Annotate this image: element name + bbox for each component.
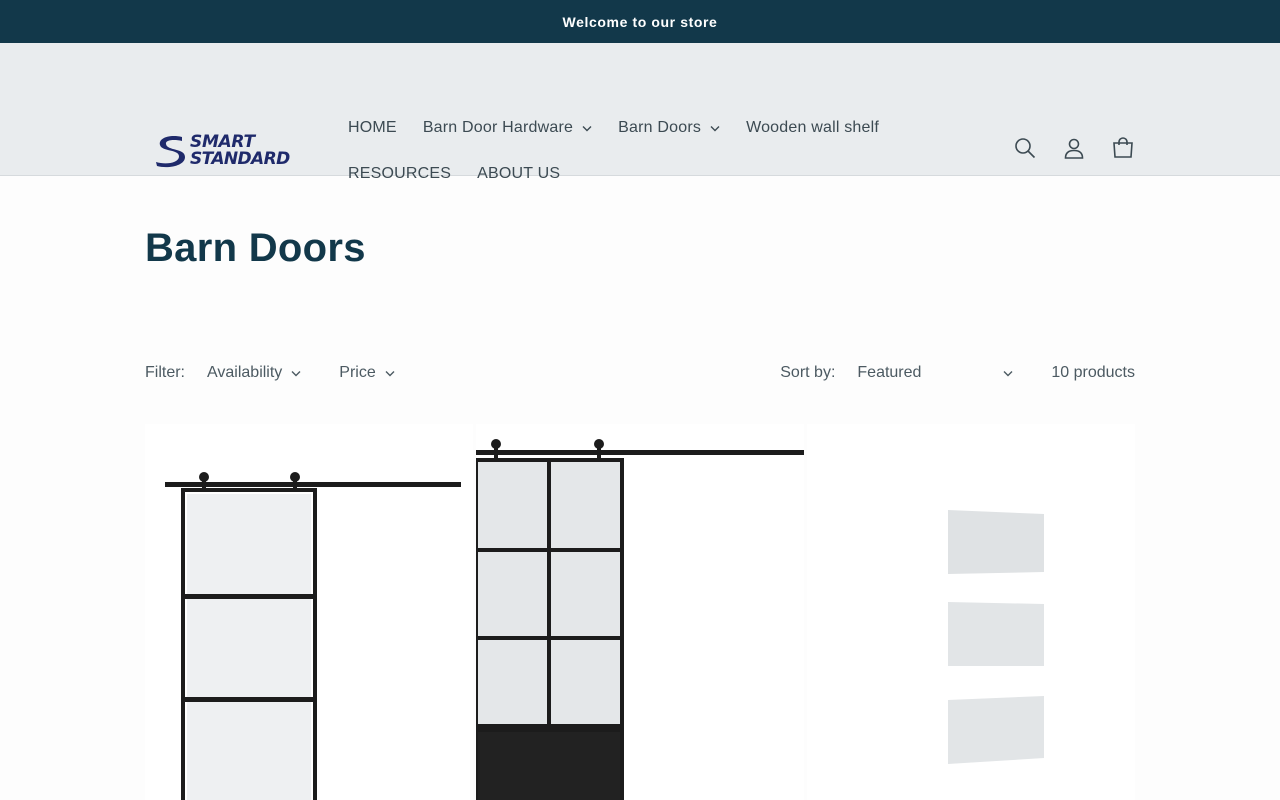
product-card[interactable] — [476, 424, 804, 800]
chevron-down-icon — [1003, 370, 1013, 376]
filter-label: Filter: — [145, 364, 185, 381]
availability-filter[interactable]: Availability — [207, 364, 301, 382]
product-card[interactable] — [145, 424, 473, 800]
announcement-bar: Welcome to our store — [0, 0, 1280, 43]
brand-line2: STANDARD — [190, 149, 290, 169]
nav-row-1: HOME Barn Door Hardware Barn Doors Woode… — [335, 105, 915, 151]
product-image — [476, 424, 804, 800]
brand-wordmark: SMART STANDARD — [190, 134, 290, 168]
announcement-text: Welcome to our store — [562, 13, 718, 30]
nav-label: Wooden wall shelf — [746, 119, 880, 136]
brand-logo[interactable]: SMART STANDARD — [152, 132, 298, 170]
nav-item-resources[interactable]: RESOURCES — [335, 165, 464, 183]
main-nav: HOME Barn Door Hardware Barn Doors Woode… — [335, 105, 915, 197]
page-title: Barn Doors — [145, 226, 366, 270]
nav-label: Barn Door Hardware — [422, 119, 574, 136]
sort-value: Featured — [857, 364, 922, 381]
nav-label: ABOUT US — [477, 165, 561, 182]
chevron-down-icon — [385, 370, 395, 376]
nav-label: HOME — [348, 119, 397, 136]
search-icon — [1014, 137, 1035, 158]
header-icons — [1012, 135, 1135, 160]
account-icon — [1064, 138, 1083, 159]
product-card[interactable] — [807, 424, 1135, 800]
sort-group: Sort by: Featured 10 products — [780, 360, 1135, 386]
filter-bar: Filter: Availability Price Sort by: Feat… — [145, 360, 1135, 386]
search-button[interactable] — [1012, 135, 1037, 160]
chevron-down-icon — [710, 125, 720, 131]
price-label: Price — [339, 364, 376, 381]
product-image — [145, 424, 473, 800]
sort-select[interactable]: Featured — [857, 364, 1013, 382]
cart-icon — [1112, 136, 1133, 158]
cart-button[interactable] — [1110, 135, 1135, 160]
chevron-down-icon — [291, 370, 301, 376]
product-image — [807, 424, 1135, 800]
price-filter[interactable]: Price — [339, 364, 395, 382]
nav-item-about-us[interactable]: ABOUT US — [464, 165, 573, 183]
nav-label: Barn Doors — [618, 119, 702, 136]
site-header: SMART STANDARD HOME Barn Door Hardware B… — [0, 43, 1280, 182]
product-count: 10 products — [1051, 364, 1135, 381]
nav-row-2: RESOURCES ABOUT US — [335, 151, 915, 197]
logo-s-icon — [156, 135, 185, 168]
product-grid — [145, 424, 1135, 800]
account-button[interactable] — [1061, 135, 1086, 160]
chevron-down-icon — [582, 125, 592, 131]
nav-item-home[interactable]: HOME — [335, 119, 410, 137]
nav-item-wooden-wall-shelf[interactable]: Wooden wall shelf — [733, 119, 892, 137]
nav-item-barn-door-hardware[interactable]: Barn Door Hardware — [410, 119, 605, 137]
sort-label: Sort by: — [780, 364, 836, 381]
nav-item-barn-doors[interactable]: Barn Doors — [605, 119, 733, 137]
availability-label: Availability — [207, 364, 283, 381]
nav-label: RESOURCES — [348, 165, 452, 182]
